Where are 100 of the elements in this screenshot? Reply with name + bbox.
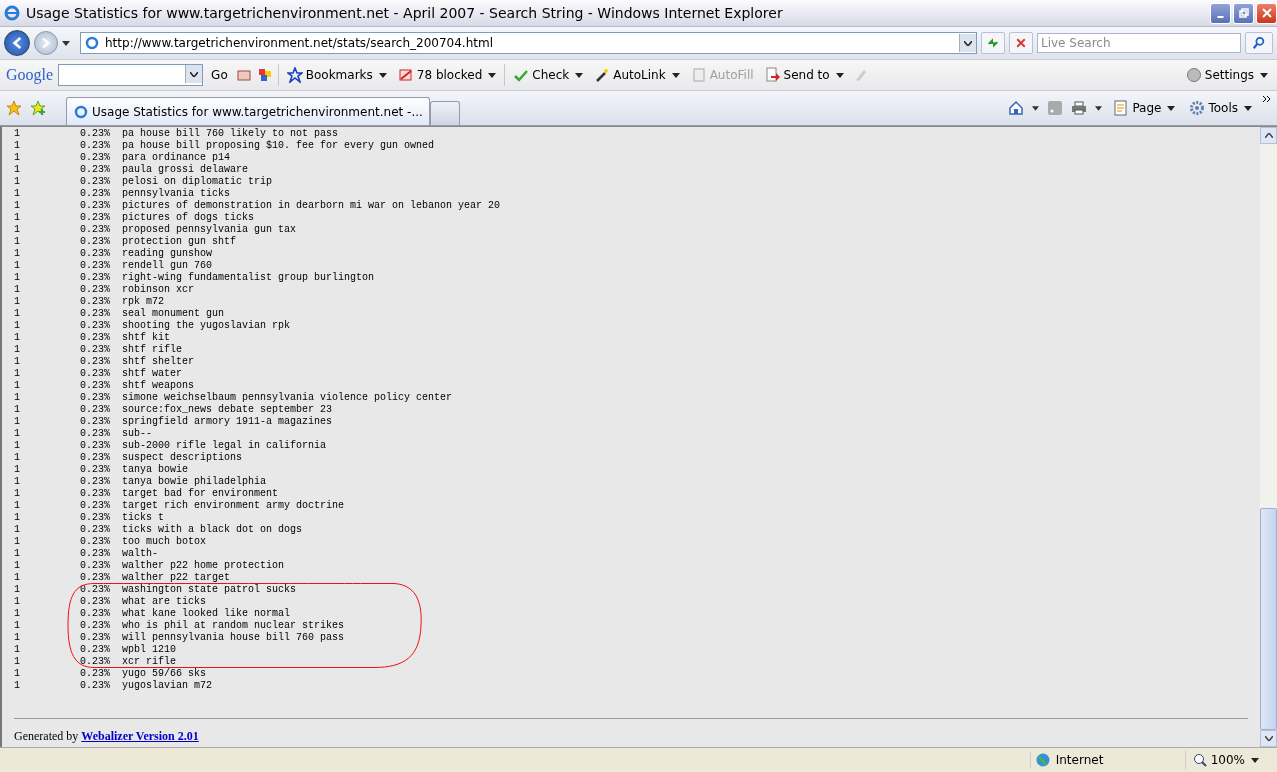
dropdown-icon[interactable] bbox=[190, 71, 199, 77]
table-cell-text: 0.23% bbox=[80, 656, 111, 668]
table-cell-text: 1 bbox=[14, 644, 21, 656]
scroll-down-icon[interactable] bbox=[1264, 736, 1273, 741]
table-cell-text: 1 bbox=[14, 536, 21, 548]
cubes-icon[interactable] bbox=[256, 67, 273, 83]
close-icon bbox=[1015, 37, 1027, 49]
table-cell-text: 1 bbox=[14, 524, 21, 536]
caret-icon bbox=[488, 72, 497, 78]
stop-button[interactable] bbox=[1009, 32, 1033, 54]
table-cell-text: 1 bbox=[14, 452, 21, 464]
table-cell-text: 1 bbox=[14, 416, 21, 428]
favorites-star-icon[interactable] bbox=[6, 100, 22, 116]
toolbar-button[interactable]: AutoLink bbox=[591, 67, 683, 83]
table-cell-text: 1 bbox=[14, 488, 21, 500]
minimize-button[interactable] bbox=[1210, 2, 1231, 24]
table-cell-text: 0.23% bbox=[80, 668, 111, 680]
scroll-up-icon[interactable] bbox=[1264, 133, 1273, 138]
close-button[interactable] bbox=[1256, 2, 1277, 24]
table-cell-text: 1 bbox=[14, 560, 21, 572]
add-favorite-icon[interactable] bbox=[30, 100, 46, 116]
settings-button[interactable]: Settings bbox=[1182, 67, 1271, 83]
table-cell-text: 0.23% bbox=[80, 188, 111, 200]
table-cell-text: 0.23% bbox=[80, 236, 111, 248]
star-icon bbox=[286, 67, 303, 83]
caret-icon bbox=[575, 72, 584, 78]
table-cell-text: 0.23% bbox=[80, 128, 111, 140]
table-cell-text: 0.23% bbox=[80, 560, 111, 572]
toolbar-search-field[interactable] bbox=[58, 64, 204, 86]
dropdown-icon[interactable] bbox=[964, 40, 972, 46]
table-cell: shtf rifle bbox=[122, 344, 182, 356]
printer-icon[interactable] bbox=[1071, 100, 1088, 116]
vertical-scrollbar[interactable] bbox=[1260, 127, 1277, 747]
table-cell: proposed pennsylvania gun tax bbox=[122, 224, 297, 236]
caret-icon[interactable] bbox=[1095, 105, 1103, 111]
table-cell: what are ticks bbox=[122, 596, 206, 608]
back-button[interactable] bbox=[4, 30, 30, 56]
table-cell: rendell gun 760 bbox=[122, 260, 212, 272]
table-cell-text: 0.23% bbox=[80, 620, 111, 632]
table-cell: what kane looked like normal bbox=[122, 608, 291, 620]
table-cell-text: 0.23% bbox=[80, 392, 111, 404]
go-button[interactable]: Go bbox=[208, 68, 231, 82]
table-cell-text: 0.23% bbox=[80, 500, 111, 512]
table-cell-text: 1 bbox=[14, 656, 21, 668]
browser-tab[interactable]: Usage Statistics for www.targetrichenvironment.net -... bbox=[66, 97, 430, 125]
table-cell: walther p22 home protection bbox=[122, 560, 285, 572]
gear-icon bbox=[1189, 100, 1206, 116]
search-button[interactable] bbox=[1245, 32, 1273, 54]
table-cell-text: 0.23% bbox=[80, 452, 111, 464]
table-cell-text: 1 bbox=[14, 392, 21, 404]
caret-icon[interactable] bbox=[1032, 105, 1040, 111]
news-icon[interactable] bbox=[235, 67, 252, 83]
table-cell-text: 1 bbox=[14, 380, 21, 392]
table-cell: robinson xcr bbox=[122, 284, 194, 296]
table-cell: pictures of demonstration in dearborn mi war on lebanon year 20 bbox=[122, 200, 501, 212]
table-cell-text: 0.23% bbox=[80, 608, 111, 620]
restore-button[interactable] bbox=[1233, 2, 1254, 24]
footer-link[interactable]: Webalizer Version 2.01 bbox=[81, 729, 199, 743]
table-cell-text: 1 bbox=[14, 572, 21, 584]
table-cell: ticks t bbox=[122, 512, 164, 524]
toolbar-button[interactable]: Bookmarks bbox=[283, 67, 390, 83]
restore-icon bbox=[1238, 8, 1249, 18]
browser-logo-icon bbox=[4, 5, 20, 21]
table-cell-text: 0.23% bbox=[80, 176, 111, 188]
table-cell-text: 0.23% bbox=[80, 464, 111, 476]
table-cell-text: 0.23% bbox=[80, 140, 111, 152]
table-cell: wpbl 1210 bbox=[122, 644, 176, 656]
toolbar-button[interactable]: Check bbox=[510, 67, 587, 83]
table-cell-text: 1 bbox=[14, 260, 21, 272]
table-cell-text: 0.23% bbox=[80, 212, 111, 224]
home-icon[interactable] bbox=[1008, 100, 1025, 116]
table-cell: source:fox_news debate september 23 bbox=[122, 404, 333, 416]
form-icon bbox=[690, 67, 707, 83]
toolbar-button[interactable]: Send to bbox=[761, 67, 847, 83]
table-cell-text: 1 bbox=[14, 428, 21, 440]
table-cell-text: 0.23% bbox=[80, 524, 111, 536]
table-cell: paula grossi delaware bbox=[122, 164, 249, 176]
table-cell-text: 1 bbox=[14, 512, 21, 524]
table-cell: washington state patrol sucks bbox=[122, 584, 297, 596]
table-cell: xcr rifle bbox=[122, 656, 176, 668]
address-field[interactable]: http://www.targetrichenvironment.net/stats/search_200704.html bbox=[80, 32, 977, 54]
toolbar-button[interactable]: 78 blocked bbox=[394, 67, 500, 83]
tools-menu-button[interactable]: Tools bbox=[1186, 100, 1255, 116]
search-field[interactable]: Live Search bbox=[1037, 33, 1241, 53]
table-cell-text: 0.23% bbox=[80, 260, 111, 272]
table-cell: shtf shelter bbox=[122, 356, 194, 368]
wand-icon bbox=[594, 67, 611, 83]
table-cell: shtf water bbox=[122, 368, 182, 380]
zoom-button[interactable]: 100% bbox=[1184, 751, 1265, 769]
table-cell-text: 0.23% bbox=[80, 248, 111, 260]
table-cell-text: 1 bbox=[14, 320, 21, 332]
page-menu-button[interactable]: Page bbox=[1110, 100, 1179, 116]
table-cell: shtf kit bbox=[122, 332, 170, 344]
caret-icon[interactable] bbox=[62, 40, 70, 46]
table-cell: reading gunshow bbox=[122, 248, 212, 260]
chevron-icon[interactable] bbox=[1263, 95, 1271, 103]
table-cell-text: 0.23% bbox=[80, 548, 111, 560]
refresh-icon bbox=[986, 36, 1000, 50]
table-cell-text: 1 bbox=[14, 464, 21, 476]
refresh-button[interactable] bbox=[981, 32, 1005, 54]
